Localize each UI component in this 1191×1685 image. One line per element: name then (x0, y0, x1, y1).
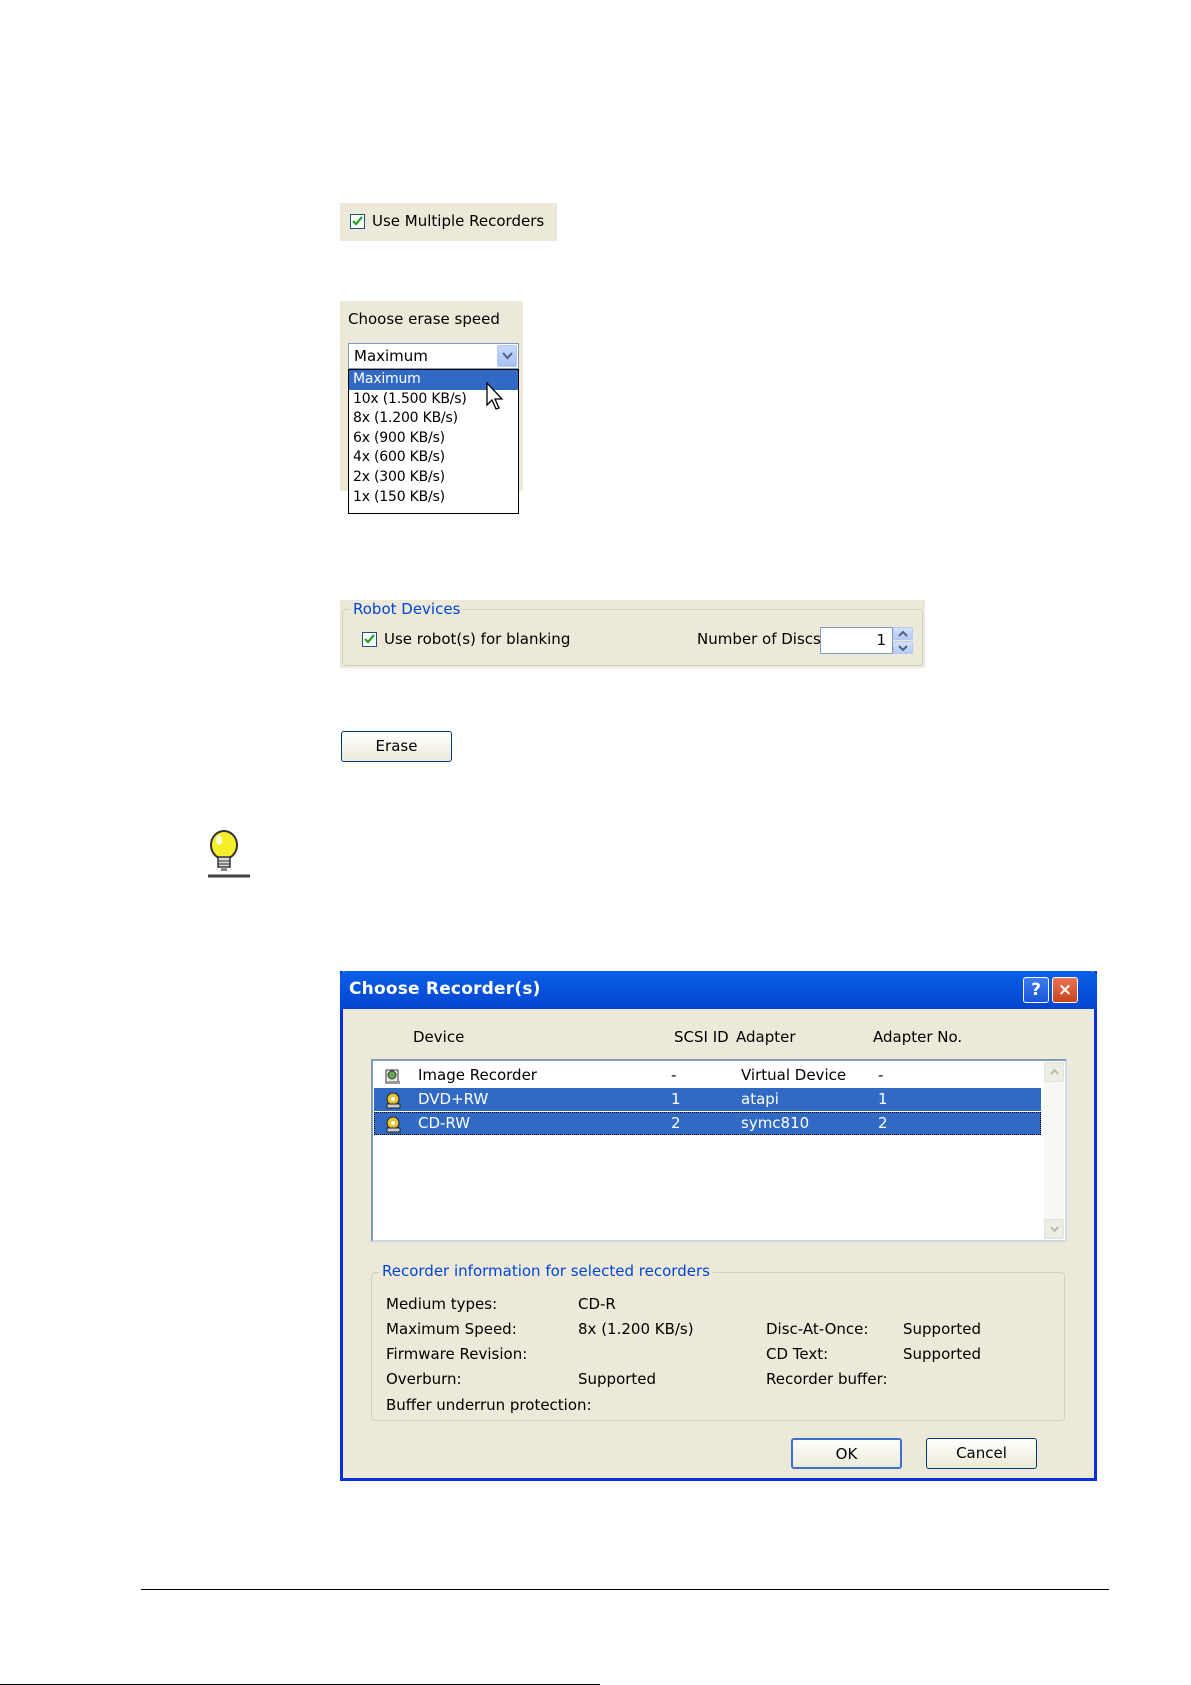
adapter-no: 1 (878, 1090, 888, 1108)
recorder-row[interactable]: Image Recorder - Virtual Device - (374, 1064, 1041, 1087)
footer-divider (141, 1589, 1109, 1590)
cd-text-value: Supported (903, 1345, 982, 1363)
number-of-discs-input[interactable]: 1 (820, 627, 893, 654)
column-header-device[interactable]: Device (413, 1028, 464, 1046)
disc-at-once-label: Disc-At-Once: (766, 1320, 869, 1338)
device-name: DVD+RW (418, 1090, 489, 1108)
medium-types-label: Medium types: (386, 1295, 498, 1313)
checkmark-icon (352, 216, 363, 226)
cd-text-label: CD Text: (766, 1345, 829, 1363)
chevron-down-icon (502, 352, 513, 360)
chevron-up-icon (898, 631, 908, 637)
chevron-down-icon (1050, 1226, 1059, 1232)
ok-button[interactable]: OK (791, 1438, 902, 1469)
column-header-adapter[interactable]: Adapter (736, 1028, 796, 1046)
adapter: Virtual Device (741, 1066, 847, 1084)
erase-speed-panel: Choose erase speed Maximum Maximum 10x (… (340, 301, 523, 514)
overburn-label: Overburn: (386, 1370, 462, 1388)
use-robot-label[interactable]: Use robot(s) for blanking (384, 630, 570, 648)
spin-up-button[interactable] (893, 627, 913, 640)
erase-speed-option[interactable]: 1x (150 KB/s) (349, 488, 518, 508)
erase-speed-selected-value: Maximum (354, 347, 428, 365)
number-of-discs-spinner[interactable] (893, 627, 913, 654)
spin-down-button[interactable] (893, 641, 913, 654)
mouse-cursor-icon (486, 381, 504, 410)
choose-recorder-dialog: Choose Recorder(s) ? × Device SCSI ID Ad… (340, 971, 1097, 1481)
recorder-buffer-label: Recorder buffer: (766, 1370, 888, 1388)
lightbulb-icon (208, 830, 250, 878)
dialog-titlebar[interactable]: Choose Recorder(s) ? × (340, 971, 1097, 1009)
erase-speed-label: Choose erase speed (348, 310, 500, 328)
scsi-id: 1 (671, 1090, 681, 1108)
number-of-discs-label: Number of Discs (697, 630, 821, 648)
adapter: symc810 (741, 1114, 810, 1132)
column-header-scsi-id[interactable]: SCSI ID (674, 1028, 729, 1046)
recorder-info-fields: Medium types: CD-R Maximum Speed: 8x (1.… (371, 1272, 1063, 1419)
help-icon: ? (1031, 980, 1041, 1000)
dropdown-arrow-button[interactable] (497, 345, 517, 367)
chevron-down-icon (898, 645, 908, 651)
scroll-down-button[interactable] (1044, 1219, 1064, 1239)
multiple-recorders-checkbox[interactable] (350, 214, 365, 229)
scsi-id: - (671, 1066, 677, 1084)
use-robot-checkbox[interactable] (362, 632, 377, 647)
list-scrollbar[interactable] (1044, 1062, 1064, 1239)
buffer-underrun-label: Buffer underrun protection: (386, 1396, 592, 1414)
image-recorder-icon (385, 1069, 400, 1084)
maximum-speed-label: Maximum Speed: (386, 1320, 517, 1338)
close-icon: × (1057, 980, 1073, 1000)
maximum-speed-value: 8x (1.200 KB/s) (578, 1320, 694, 1338)
erase-speed-combobox[interactable]: Maximum (348, 343, 519, 369)
column-header-adapter-no[interactable]: Adapter No. (873, 1028, 962, 1046)
adapter-no: - (878, 1066, 884, 1084)
firmware-revision-label: Firmware Revision: (386, 1345, 528, 1363)
erase-speed-option[interactable]: 2x (300 KB/s) (349, 468, 518, 488)
checkmark-icon (364, 634, 375, 644)
disc-at-once-value: Supported (903, 1320, 982, 1338)
device-name: CD-RW (418, 1114, 471, 1132)
multiple-recorders-panel: Use Multiple Recorders (340, 203, 557, 241)
robot-devices-panel: Robot Devices Use robot(s) for blanking … (340, 600, 925, 668)
recorder-row[interactable]: CD-RW 2 symc810 2 (374, 1112, 1041, 1135)
erase-button[interactable]: Erase (341, 731, 452, 762)
overburn-value: Supported (578, 1370, 657, 1388)
help-button[interactable]: ? (1023, 977, 1049, 1003)
medium-types-value: CD-R (578, 1295, 616, 1313)
erase-speed-option[interactable]: 6x (900 KB/s) (349, 429, 518, 449)
disc-drive-icon (386, 1092, 401, 1109)
dialog-title: Choose Recorder(s) (349, 979, 541, 999)
erase-speed-option[interactable]: 4x (600 KB/s) (349, 448, 518, 468)
cancel-button[interactable]: Cancel (926, 1438, 1037, 1469)
disc-drive-icon (386, 1116, 401, 1133)
recorder-row[interactable]: DVD+RW 1 atapi 1 (374, 1088, 1041, 1111)
recorder-list[interactable]: Image Recorder - Virtual Device - DVD+RW… (371, 1059, 1067, 1242)
scsi-id: 2 (671, 1114, 681, 1132)
scroll-up-button[interactable] (1044, 1062, 1064, 1082)
adapter-no: 2 (878, 1114, 888, 1132)
multiple-recorders-label[interactable]: Use Multiple Recorders (372, 212, 544, 230)
adapter: atapi (741, 1090, 779, 1108)
chevron-up-icon (1050, 1069, 1059, 1075)
device-name: Image Recorder (418, 1066, 537, 1084)
robot-devices-title: Robot Devices (350, 600, 464, 618)
close-button[interactable]: × (1052, 977, 1078, 1003)
